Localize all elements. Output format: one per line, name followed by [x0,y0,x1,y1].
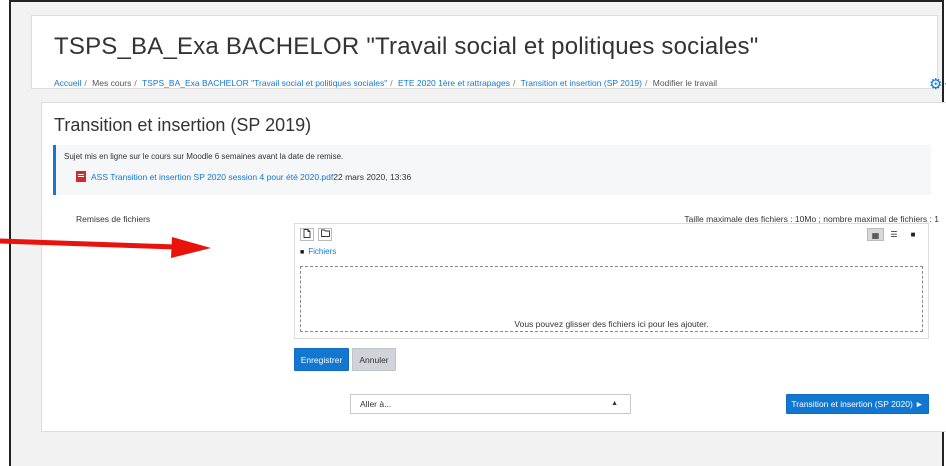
file-dropzone[interactable]: Vous pouvez glisser des fichiers ici pou… [300,266,923,332]
folder-icon: ■ [300,249,305,256]
settings-menu[interactable]: ⚙▼ [929,75,946,93]
list-view-icon[interactable]: ☰ [887,228,901,241]
select-caret-icon: ▲ [611,400,618,407]
course-title: TSPS_BA_Exa BACHELOR "Travail social et … [54,33,759,60]
next-activity-button[interactable]: Transition et insertion (SP 2020) ► [786,394,929,414]
breadcrumb: Accueil / Mes cours / TSPS_BA_Exa BACHELOR… [54,78,717,88]
grid-view-icon[interactable]: ▦ [867,228,884,241]
breadcrumb-separator: / [84,78,87,88]
main-content: Transition et insertion (SP 2019) Sujet … [41,102,946,432]
intro-attachment: ASS Transition et insertion SP 2020 sess… [76,171,411,182]
breadcrumb-my-courses: Mes cours [92,78,132,88]
files-folder-link[interactable]: Fichiers [308,247,336,256]
jump-to-value: Aller à... [360,399,392,409]
breadcrumb-separator: / [134,78,137,88]
jump-to-select[interactable]: Aller à... ▲ [350,394,631,414]
file-submission-label: Remises de fichiers [76,214,151,224]
intro-text: Sujet mis en ligne sur le cours sur Mood… [64,152,344,161]
gear-icon[interactable]: ⚙ [929,76,942,93]
attachment-date: 22 mars 2020, 13:36 [333,172,412,182]
file-path: ■ Fichiers [300,247,336,256]
pdf-file-icon [76,171,86,182]
breadcrumb-section[interactable]: ETE 2020 1ère et rattrapages [398,78,510,88]
breadcrumb-separator: / [390,78,393,88]
file-manager: ▦ ☰ ■ ■ Fichiers Vous pouvez glisser des … [294,223,929,339]
breadcrumb-separator: / [645,78,648,88]
breadcrumb-course[interactable]: TSPS_BA_Exa BACHELOR "Travail social et … [142,78,387,88]
red-annotation-arrow-icon [0,237,211,258]
create-folder-icon[interactable] [318,228,332,241]
cancel-button[interactable]: Annuler [352,348,396,371]
save-button[interactable]: Enregistrer [294,348,349,371]
dropzone-text: Vous pouvez glisser des fichiers ici pou… [514,319,709,329]
assignment-title: Transition et insertion (SP 2019) [54,115,312,135]
tree-view-icon[interactable]: ■ [906,228,920,241]
add-file-icon[interactable] [300,228,314,241]
attachment-link[interactable]: ASS Transition et insertion SP 2020 sess… [91,172,333,182]
page-header: TSPS_BA_Exa BACHELOR "Travail social et … [31,15,946,93]
breadcrumb-assignment[interactable]: Transition et insertion (SP 2019) [521,78,642,88]
breadcrumb-current: Modifier le travail [652,78,717,88]
breadcrumb-separator: / [512,78,516,88]
assignment-intro: Sujet mis en ligne sur le cours sur Mood… [53,145,931,195]
breadcrumb-home[interactable]: Accueil [54,78,81,88]
